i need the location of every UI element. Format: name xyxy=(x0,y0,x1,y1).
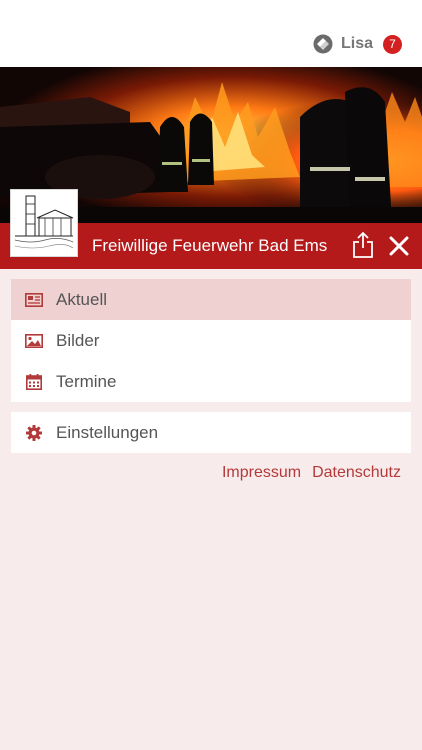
impressum-link[interactable]: Impressum xyxy=(222,464,301,482)
share-icon[interactable] xyxy=(352,231,374,259)
page-title: Freiwillige Feuerwehr Bad Ems xyxy=(92,236,328,255)
menu-item-bilder[interactable]: Bilder xyxy=(11,320,411,361)
menu-item-label: Termine xyxy=(56,371,117,391)
main-menu: Aktuell Bilder Termine xyxy=(11,279,411,402)
user-account[interactable]: Lisa 7 xyxy=(313,33,402,55)
datenschutz-link[interactable]: Datenschutz xyxy=(312,464,401,482)
close-icon[interactable] xyxy=(389,236,409,256)
organization-logo xyxy=(10,189,78,257)
menu-item-label: Aktuell xyxy=(56,289,108,309)
notification-badge[interactable]: 7 xyxy=(383,34,402,54)
newspaper-icon xyxy=(25,292,43,308)
app-logo-icon xyxy=(313,34,333,54)
calendar-icon xyxy=(25,373,43,390)
settings-menu: Einstellungen xyxy=(11,412,411,453)
footer-links: Impressum Datenschutz xyxy=(222,464,401,482)
top-bar: Lisa 7 xyxy=(0,0,422,67)
menu-item-einstellungen[interactable]: Einstellungen xyxy=(11,412,411,453)
gear-icon xyxy=(25,424,43,441)
menu-item-termine[interactable]: Termine xyxy=(11,361,411,402)
menu-item-label: Einstellungen xyxy=(56,422,159,442)
menu-item-label: Bilder xyxy=(56,330,100,350)
image-icon xyxy=(25,333,43,349)
user-name[interactable]: Lisa xyxy=(341,35,373,53)
menu-item-aktuell[interactable]: Aktuell xyxy=(11,279,411,320)
